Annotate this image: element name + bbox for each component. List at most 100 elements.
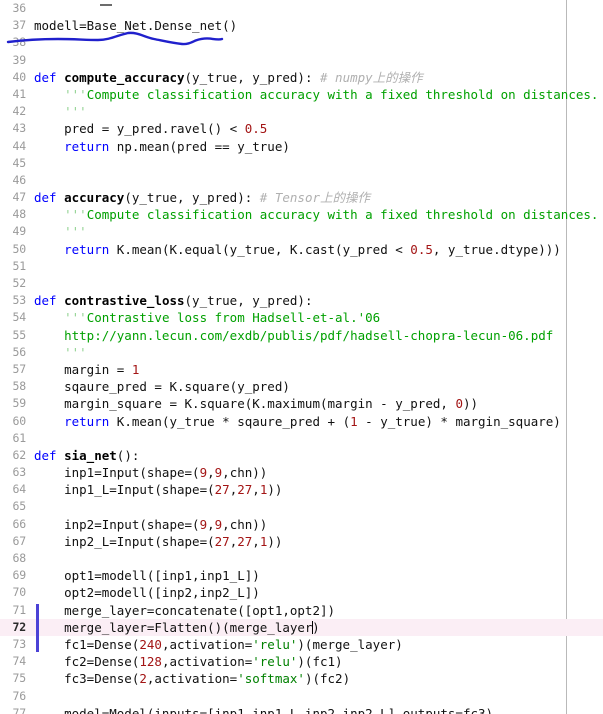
code-line[interactable]: 41 '''Compute classification accuracy wi… [0,86,603,103]
code-line[interactable]: 52 [0,275,603,292]
code-line-text[interactable]: def sia_net(): [34,447,139,464]
line-number[interactable]: 62 [0,447,27,464]
code-line-text[interactable]: ''' [34,103,87,120]
line-number[interactable]: 70 [0,584,27,601]
code-line-text[interactable]: opt2=modell([inp2,inp2_L]) [34,584,260,601]
line-number[interactable]: 53 [0,292,27,309]
code-line-text[interactable]: '''Contrastive loss from Hadsell-et-al.'… [34,309,380,326]
code-line[interactable]: 38 [0,34,603,51]
code-line[interactable]: 44 return np.mean(pred == y_true) [0,138,603,155]
line-number[interactable]: 41 [0,86,27,103]
line-number[interactable]: 64 [0,481,27,498]
code-editor[interactable]: 36 37 modell=Base_Net.Dense_net() 38 39 40 def… [0,0,603,714]
line-number[interactable]: 60 [0,413,27,430]
line-number[interactable]: 47 [0,189,27,206]
code-line[interactable]: 75 fc3=Dense(2,activation='softmax')(fc2… [0,670,603,687]
code-line[interactable]: 45 [0,155,603,172]
code-line-text[interactable]: margin = 1 [34,361,139,378]
code-line-text[interactable]: '''Compute classification accuracy with … [34,206,598,223]
line-number[interactable]: 67 [0,533,27,550]
code-line-text[interactable]: inp1_L=Input(shape=(27,27,1)) [34,481,282,498]
line-number[interactable]: 42 [0,103,27,120]
code-line-text[interactable]: fc2=Dense(128,activation='relu')(fc1) [34,653,342,670]
line-number[interactable]: 54 [0,309,27,326]
code-line[interactable]: 68 [0,550,603,567]
line-number[interactable]: 75 [0,670,27,687]
line-number[interactable]: 38 [0,34,27,51]
code-line[interactable]: 60 return K.mean(y_true * sqaure_pred + … [0,413,603,430]
code-line-text[interactable]: return K.mean(K.equal(y_true, K.cast(y_p… [34,241,561,258]
line-number[interactable]: 74 [0,653,27,670]
code-line-text[interactable]: fc1=Dense(240,activation='relu')(merge_l… [34,636,403,653]
code-line[interactable]: 70 opt2=modell([inp2,inp2_L]) [0,584,603,601]
line-number[interactable]: 68 [0,550,27,567]
line-number[interactable]: 44 [0,138,27,155]
code-lines-container[interactable]: 36 37 modell=Base_Net.Dense_net() 38 39 40 def… [0,0,603,714]
code-line-text[interactable]: http://yann.lecun.com/exdb/publis/pdf/ha… [34,327,553,344]
code-line-text[interactable]: return np.mean(pred == y_true) [34,138,290,155]
code-line[interactable]: 50 return K.mean(K.equal(y_true, K.cast(… [0,241,603,258]
code-line[interactable]: 36 [0,0,603,17]
line-number[interactable]: 46 [0,172,27,189]
code-line-text[interactable]: def contrastive_loss(y_true, y_pred): [34,292,312,309]
line-number[interactable]: 37 [0,17,27,34]
line-number[interactable]: 71 [0,602,27,619]
code-line[interactable]: 37 modell=Base_Net.Dense_net() [0,17,603,34]
line-number[interactable]: 63 [0,464,27,481]
line-number[interactable]: 59 [0,395,27,412]
code-line-current[interactable]: 72 merge_layer=Flatten()(merge_layer) [0,618,603,636]
line-number[interactable]: 45 [0,155,27,172]
code-line-text[interactable]: merge_layer=Flatten()(merge_layer) [34,619,320,636]
code-line-text[interactable]: margin_square = K.square(K.maximum(margi… [34,395,478,412]
code-line[interactable]: 46 [0,172,603,189]
code-line-text[interactable]: ''' [34,344,87,361]
line-number[interactable]: 76 [0,688,27,705]
code-line[interactable]: 63 inp1=Input(shape=(9,9,chn)) [0,464,603,481]
code-line[interactable]: 49 ''' [0,223,603,240]
line-number[interactable]: 55 [0,327,27,344]
line-number[interactable]: 69 [0,567,27,584]
code-line[interactable]: 39 [0,52,603,69]
vcs-change-marker[interactable] [36,604,39,652]
line-number[interactable]: 36 [0,0,27,17]
code-line-text[interactable]: ''' [34,223,87,240]
code-line[interactable]: 53 def contrastive_loss(y_true, y_pred): [0,292,603,309]
code-line-text[interactable]: return K.mean(y_true * sqaure_pred + (1 … [34,413,561,430]
code-line-text[interactable]: fc3=Dense(2,activation='softmax')(fc2) [34,670,350,687]
code-line-text[interactable]: model=Model(inputs=[inp1,inp1_L,inp2,inp… [34,705,493,714]
line-number[interactable]: 40 [0,69,27,86]
line-number[interactable]: 72 [0,619,27,636]
code-line[interactable]: 58 sqaure_pred = K.square(y_pred) [0,378,603,395]
code-line[interactable]: 54 '''Contrastive loss from Hadsell-et-a… [0,309,603,326]
code-line-text[interactable]: opt1=modell([inp1,inp1_L]) [34,567,260,584]
code-line-text[interactable]: merge_layer=concatenate([opt1,opt2]) [34,602,335,619]
code-line-text[interactable]: pred = y_pred.ravel() < 0.5 [34,120,267,137]
code-line-text[interactable]: def accuracy(y_true, y_pred): # Tensor上的… [34,189,370,206]
code-line-text[interactable]: '''Compute classification accuracy with … [34,86,598,103]
code-line[interactable]: 51 [0,258,603,275]
code-line[interactable]: 74 fc2=Dense(128,activation='relu')(fc1) [0,653,603,670]
code-line[interactable]: 64 inp1_L=Input(shape=(27,27,1)) [0,481,603,498]
code-line-text[interactable]: modell=Base_Net.Dense_net() [34,17,237,34]
code-line-text[interactable]: sqaure_pred = K.square(y_pred) [34,378,290,395]
code-line[interactable]: 56 ''' [0,344,603,361]
code-line[interactable]: 77 model=Model(inputs=[inp1,inp1_L,inp2,… [0,705,603,714]
code-line-text[interactable]: inp1=Input(shape=(9,9,chn)) [34,464,267,481]
code-line[interactable]: 73 fc1=Dense(240,activation='relu')(merg… [0,636,603,653]
line-number[interactable]: 49 [0,223,27,240]
code-line[interactable]: 69 opt1=modell([inp1,inp1_L]) [0,567,603,584]
line-number[interactable]: 77 [0,705,27,714]
line-number[interactable]: 58 [0,378,27,395]
code-line[interactable]: 67 inp2_L=Input(shape=(27,27,1)) [0,533,603,550]
line-number[interactable]: 43 [0,120,27,137]
code-line[interactable]: 47 def accuracy(y_true, y_pred): # Tensor… [0,189,603,206]
line-number[interactable]: 66 [0,516,27,533]
line-number[interactable]: 48 [0,206,27,223]
line-number[interactable]: 61 [0,430,27,447]
code-line[interactable]: 55 http://yann.lecun.com/exdb/publis/pdf… [0,327,603,344]
line-number[interactable]: 39 [0,52,27,69]
code-line[interactable]: 48 '''Compute classification accuracy wi… [0,206,603,223]
line-number[interactable]: 52 [0,275,27,292]
code-line[interactable]: 71 merge_layer=concatenate([opt1,opt2]) [0,602,603,619]
line-number[interactable]: 73 [0,636,27,653]
